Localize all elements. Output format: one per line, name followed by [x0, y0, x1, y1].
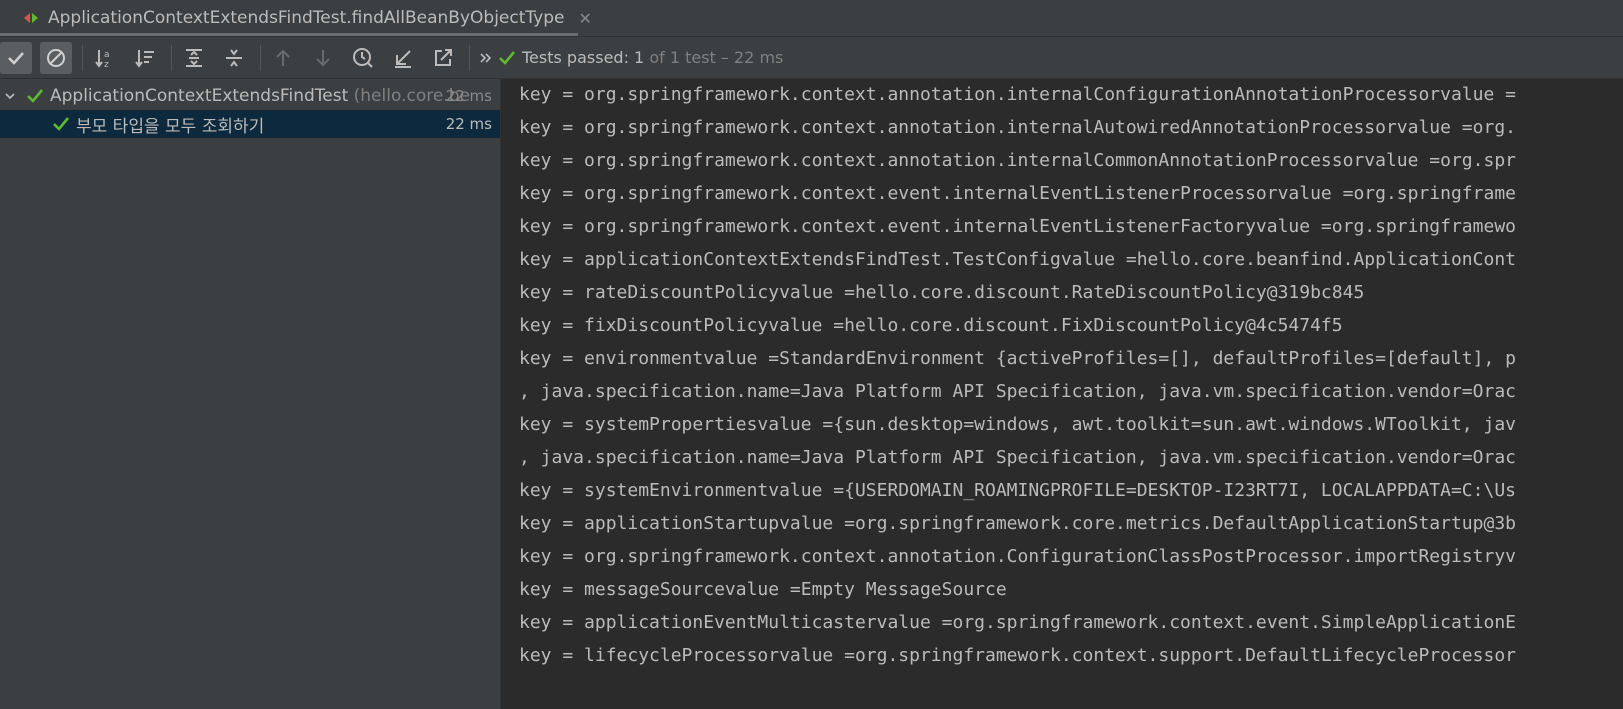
console-line: key = fixDiscountPolicyvalue =hello.core…	[519, 315, 1343, 336]
console-line: key = lifecycleProcessorvalue =org.sprin…	[519, 645, 1516, 666]
status-total: of 1 test – 22 ms	[644, 48, 784, 67]
test-status: Tests passed: 1 of 1 test – 22 ms	[522, 48, 783, 67]
import-tests-icon	[395, 49, 411, 68]
previous-failed-icon	[276, 49, 290, 66]
toolbar-separator	[171, 44, 172, 71]
console-line: key = applicationEventMulticastervalue =…	[519, 612, 1516, 633]
sort-by-duration-icon	[135, 49, 154, 68]
toolbar-separator	[260, 44, 261, 71]
console-line: key = applicationStartupvalue =org.sprin…	[519, 513, 1516, 534]
check-icon	[26, 87, 44, 105]
status-passed-prefix: Tests passed:	[522, 48, 635, 67]
sort-alphabetically-button[interactable]: a z	[89, 42, 121, 74]
svg-text:a: a	[104, 50, 110, 60]
console-line: , java.specification.name=Java Platform …	[519, 381, 1516, 402]
console-line: key = org.springframework.context.event.…	[519, 216, 1516, 237]
test-runner-window: ApplicationContextExtendsFindTest.findAl…	[0, 0, 1623, 709]
export-tests-button[interactable]	[427, 42, 459, 74]
test-class-duration: 22 ms	[445, 87, 492, 105]
show-ignored-icon	[47, 48, 65, 67]
test-tree: ApplicationContextExtendsFindTest (hello…	[0, 79, 501, 709]
chevron-down-icon[interactable]	[4, 90, 16, 102]
import-tests-button[interactable]	[387, 42, 419, 74]
tab-run-config[interactable]: ApplicationContextExtendsFindTest.findAl…	[0, 0, 592, 36]
test-method-duration: 22 ms	[445, 115, 492, 133]
console-line: key = org.springframework.context.annota…	[519, 546, 1516, 567]
status-passed-count: 1	[634, 48, 645, 67]
tab-active-indicator	[0, 33, 578, 36]
toolbar-separator	[469, 44, 470, 71]
tree-item-test-class[interactable]: ApplicationContextExtendsFindTest (hello…	[0, 82, 500, 110]
more-actions-button[interactable]	[476, 42, 496, 74]
check-icon	[52, 115, 70, 133]
console-line: key = org.springframework.context.annota…	[519, 117, 1516, 138]
sort-alphabetically-icon: a z	[95, 49, 110, 69]
collapse-all-icon	[226, 48, 242, 67]
export-tests-icon	[435, 48, 452, 66]
tree-item-label: ApplicationContextExtendsFindTest (hello…	[50, 86, 470, 106]
console-line: key = messageSourcevalue =Empty MessageS…	[519, 579, 1007, 600]
collapse-all-button[interactable]	[218, 42, 250, 74]
tab-title: ApplicationContextExtendsFindTest.findAl…	[48, 8, 565, 28]
svg-text:z: z	[104, 60, 109, 69]
expand-all-button[interactable]	[178, 42, 210, 74]
close-icon[interactable]: ✕	[578, 9, 591, 28]
next-failed-icon	[316, 49, 330, 66]
test-toolbar: a z Tests passed: 1 of 1 test – 22 ms	[0, 37, 1623, 79]
console-line: key = org.springframework.context.annota…	[519, 150, 1516, 171]
toolbar-separator	[82, 44, 83, 71]
console-line: key = systemPropertiesvalue ={sun.deskto…	[519, 414, 1516, 435]
test-class-name: ApplicationContextExtendsFindTest	[50, 86, 349, 106]
show-passed-icon	[8, 51, 24, 65]
next-failed-button[interactable]	[307, 42, 339, 74]
console-line: key = applicationContextExtendsFindTest.…	[519, 249, 1516, 270]
console-line: key = systemEnvironmentvalue ={USERDOMAI…	[519, 480, 1516, 501]
expand-all-icon	[186, 48, 202, 67]
run-test-icon	[22, 10, 42, 26]
console-line: key = org.springframework.context.event.…	[519, 183, 1516, 204]
show-passed-button[interactable]	[0, 41, 32, 74]
console-line: key = environmentvalue =StandardEnvironm…	[519, 348, 1516, 369]
show-ignored-button[interactable]	[40, 41, 72, 74]
check-icon	[498, 49, 516, 67]
previous-failed-button[interactable]	[267, 42, 299, 74]
console-output[interactable]: key = org.springframework.context.annota…	[501, 79, 1623, 709]
sort-by-duration-button[interactable]	[129, 42, 161, 74]
console-line: , java.specification.name=Java Platform …	[519, 447, 1516, 468]
console-line: key = org.springframework.context.annota…	[519, 84, 1516, 105]
more-chevron-icon	[480, 52, 492, 63]
tree-item-test-method[interactable]: 부모 타입을 모두 조회하기 22 ms	[0, 110, 500, 138]
test-history-icon	[353, 47, 373, 68]
tab-bar: ApplicationContextExtendsFindTest.findAl…	[0, 0, 1623, 37]
test-history-button[interactable]	[347, 42, 379, 74]
test-method-name: 부모 타입을 모두 조회하기	[76, 116, 265, 137]
console-line: key = rateDiscountPolicyvalue =hello.cor…	[519, 282, 1365, 303]
